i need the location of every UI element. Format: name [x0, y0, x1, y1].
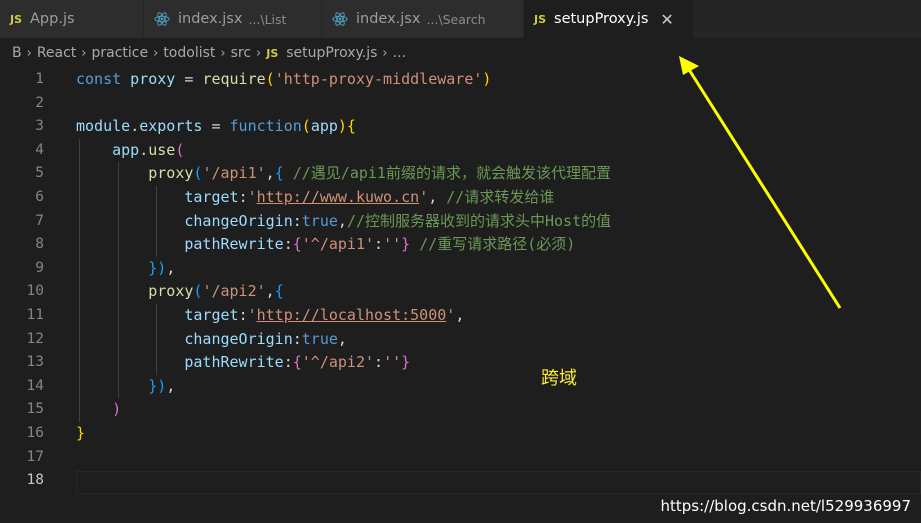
annotation-arrow [679, 56, 842, 309]
watermark: https://blog.csdn.net/l529936997 [660, 497, 911, 515]
arrow-shaft [686, 67, 842, 309]
